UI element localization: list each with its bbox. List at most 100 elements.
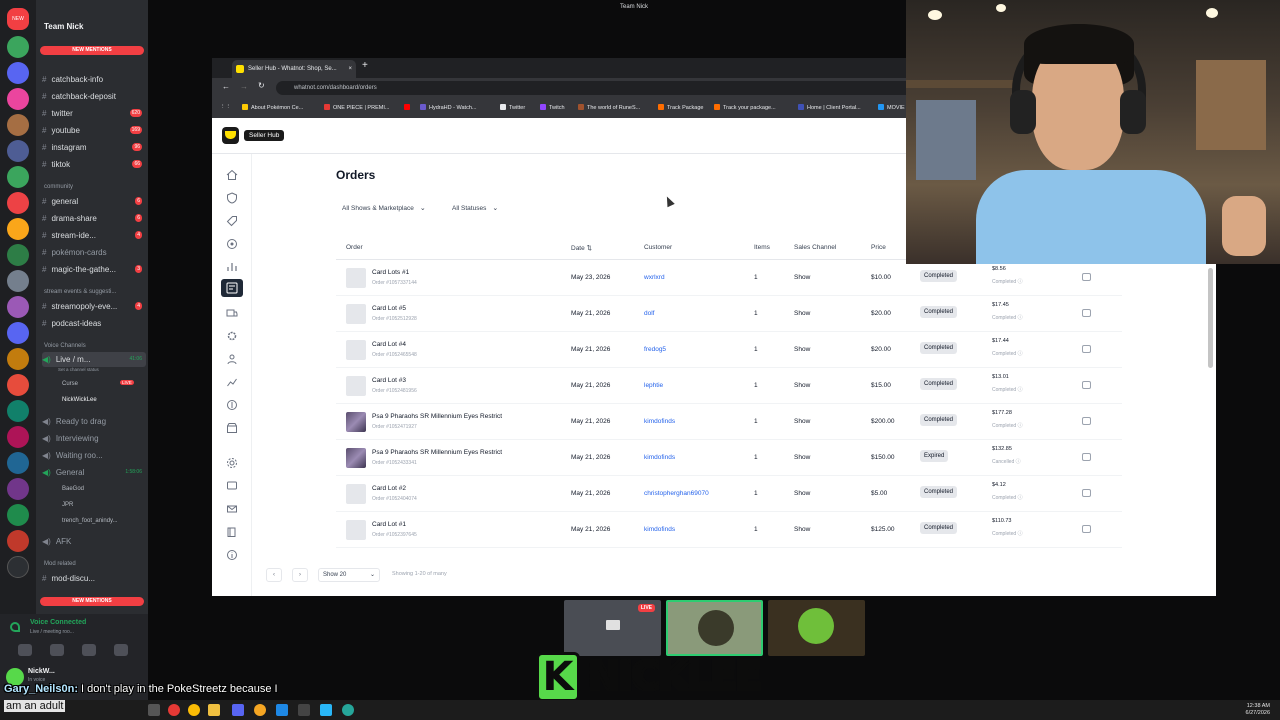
channel-magic[interactable]: # magic-the-gathe... 3 bbox=[42, 262, 146, 277]
info-icon[interactable] bbox=[226, 548, 238, 560]
shield-icon[interactable] bbox=[226, 191, 238, 204]
order-name[interactable]: Psa 9 Pharaohs SR Millennium Eyes Restri… bbox=[372, 413, 502, 420]
server-icon[interactable] bbox=[7, 296, 29, 318]
bookmark[interactable]: Track Package bbox=[658, 104, 703, 111]
info-icon[interactable]: ⓘ bbox=[1018, 351, 1023, 357]
server-icon[interactable] bbox=[7, 140, 29, 162]
live-icon[interactable] bbox=[226, 237, 238, 249]
server-icon[interactable] bbox=[7, 270, 29, 292]
obs-icon[interactable] bbox=[298, 704, 310, 716]
message-icon[interactable] bbox=[1082, 273, 1091, 281]
app-icon[interactable] bbox=[168, 704, 180, 716]
new-mentions-bar[interactable]: NEW MENTIONS bbox=[40, 46, 144, 55]
server-icon[interactable] bbox=[7, 556, 29, 578]
table-row[interactable]: Card Lot #4 Order #1052465548 May 21, 2026… bbox=[336, 332, 1122, 368]
server-icon[interactable] bbox=[7, 244, 29, 266]
shipping-icon[interactable] bbox=[226, 306, 238, 318]
whatnot-logo[interactable] bbox=[222, 127, 239, 144]
tab-seller-hub[interactable]: Seller Hub - Whatnot: Shop, Se... × bbox=[232, 60, 356, 78]
server-name[interactable]: Team Nick bbox=[44, 22, 83, 31]
bookmark[interactable]: MOVIE bbox=[878, 104, 905, 111]
server-icon[interactable] bbox=[7, 88, 29, 110]
voice-connected-channel[interactable]: Live / meeting roo... bbox=[30, 629, 74, 635]
team-icon[interactable] bbox=[226, 352, 238, 365]
server-icon[interactable] bbox=[7, 452, 29, 474]
back-icon[interactable]: ← bbox=[222, 82, 230, 91]
channel-podcast-ideas[interactable]: # podcast-ideas bbox=[42, 316, 146, 331]
table-row[interactable]: Psa 9 Pharaohs SR Millennium Eyes Restri… bbox=[336, 440, 1122, 476]
voice-channel-afk[interactable]: ◀) AFK bbox=[42, 534, 146, 549]
channel-drama-share[interactable]: # drama-share 6 bbox=[42, 211, 146, 226]
info-icon[interactable]: ⓘ bbox=[1018, 531, 1023, 537]
channel-instagram[interactable]: # instagram 96 bbox=[42, 140, 146, 155]
voice-channel-status[interactable]: Set a channel status bbox=[58, 367, 99, 372]
bookmark[interactable]: Twitter bbox=[500, 104, 525, 111]
voice-connected-label[interactable]: Voice Connected bbox=[30, 619, 86, 626]
server-icon[interactable] bbox=[7, 36, 29, 58]
voice-user[interactable]: JPR bbox=[62, 502, 73, 508]
voice-channel-waiting[interactable]: ◀) Waiting roo... bbox=[42, 448, 146, 463]
info-icon[interactable]: ⓘ bbox=[1018, 279, 1023, 285]
reload-icon[interactable]: ↻ bbox=[258, 81, 265, 90]
customer-link[interactable]: kimdofinds bbox=[644, 418, 675, 425]
order-name[interactable]: Card Lot #1 bbox=[372, 521, 406, 528]
order-thumbnail[interactable] bbox=[346, 304, 366, 324]
bookmark[interactable]: About Pokémon Ce... bbox=[242, 104, 303, 111]
voice-channel-interviewing[interactable]: ◀) Interviewing bbox=[42, 431, 146, 446]
folder-icon[interactable] bbox=[208, 704, 220, 716]
table-row[interactable]: Card Lot #5 Order #1052512928 May 21, 2026… bbox=[336, 296, 1122, 332]
chat-icon[interactable] bbox=[226, 479, 238, 491]
category-community[interactable]: community bbox=[44, 184, 73, 190]
channel-catchback-deposit[interactable]: # catchback-deposit bbox=[42, 89, 146, 104]
order-name[interactable]: Card Lots #1 bbox=[372, 269, 409, 276]
message-icon[interactable] bbox=[1082, 345, 1091, 353]
bookmark[interactable]: The world of RuneS... bbox=[578, 104, 640, 111]
discord-icon[interactable] bbox=[232, 704, 244, 716]
voice-channel-general[interactable]: ◀) General 1:58:06 bbox=[42, 465, 146, 480]
channel-twitter[interactable]: # twitter 620 bbox=[42, 106, 146, 121]
customer-link[interactable]: dolf bbox=[644, 310, 654, 317]
channel-youtube[interactable]: # youtube 169 bbox=[42, 123, 146, 138]
new-server-icon[interactable]: NEW bbox=[7, 8, 29, 30]
book-icon[interactable] bbox=[226, 525, 238, 537]
server-icon[interactable] bbox=[7, 322, 29, 344]
order-thumbnail[interactable] bbox=[346, 340, 366, 360]
voice-channel-live[interactable]: ◀) Live / m... 41:06 bbox=[42, 352, 146, 367]
voice-user[interactable]: BaeGod bbox=[62, 486, 84, 492]
next-page-button[interactable]: › bbox=[292, 568, 308, 582]
server-icon[interactable] bbox=[7, 426, 29, 448]
order-name[interactable]: Card Lot #2 bbox=[372, 485, 406, 492]
table-row[interactable]: Card Lots #1 Order #1057337144 May 23, 202… bbox=[336, 260, 1122, 296]
app-icon[interactable] bbox=[320, 704, 332, 716]
category-voice[interactable]: Voice Channels bbox=[44, 343, 86, 349]
signal-icon[interactable] bbox=[10, 622, 20, 632]
info-icon[interactable]: ⓘ bbox=[1018, 387, 1023, 393]
order-thumbnail[interactable] bbox=[346, 520, 366, 540]
server-icon[interactable] bbox=[7, 478, 29, 500]
app-icon[interactable] bbox=[342, 704, 354, 716]
app-icon[interactable] bbox=[254, 704, 266, 716]
bookmark[interactable]: Track your package... bbox=[714, 104, 776, 111]
apps-icon[interactable]: ⋮⋮ bbox=[220, 104, 231, 110]
bookmark[interactable] bbox=[404, 104, 413, 111]
message-icon[interactable] bbox=[1082, 453, 1091, 461]
server-icon[interactable] bbox=[7, 530, 29, 552]
voice-user[interactable]: trench_foot_anindy... bbox=[62, 518, 118, 524]
order-thumbnail[interactable] bbox=[346, 412, 366, 432]
message-icon[interactable] bbox=[1082, 489, 1091, 497]
forward-icon[interactable]: → bbox=[240, 82, 248, 91]
customer-link[interactable]: christopherghan69070 bbox=[644, 490, 709, 497]
order-name[interactable]: Card Lot #4 bbox=[372, 341, 406, 348]
table-row[interactable]: Card Lot #3 Order #1052481956 May 21, 2026… bbox=[336, 368, 1122, 404]
server-icon[interactable] bbox=[7, 400, 29, 422]
voice-user[interactable]: Curse LIVE bbox=[62, 380, 134, 387]
camera-icon[interactable] bbox=[18, 644, 32, 656]
channel-stream-ideas[interactable]: # stream-ide... 4 bbox=[42, 228, 146, 243]
column-date[interactable]: Date ⇅ bbox=[571, 244, 592, 252]
order-name[interactable]: Card Lot #5 bbox=[372, 305, 406, 312]
server-icon[interactable] bbox=[7, 192, 29, 214]
participant-screen-share[interactable]: LIVE bbox=[564, 600, 661, 656]
new-mentions-bar[interactable]: NEW MENTIONS bbox=[40, 597, 144, 606]
server-icon[interactable] bbox=[7, 218, 29, 240]
bookmark[interactable]: HydraHD - Watch... bbox=[420, 104, 476, 111]
